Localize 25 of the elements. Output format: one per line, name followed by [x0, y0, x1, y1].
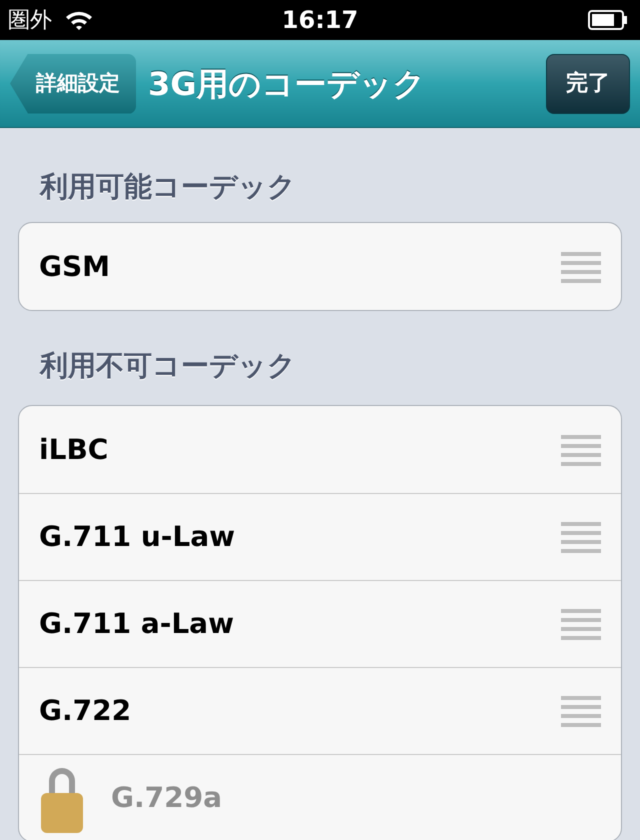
clock-label: 16:17	[282, 5, 358, 36]
reorder-handle-icon[interactable]	[561, 520, 601, 554]
reorder-handle-icon[interactable]	[561, 694, 601, 728]
codec-label: GSM	[39, 248, 110, 284]
codec-label: G.722	[39, 693, 132, 729]
reorder-handle-icon[interactable]	[561, 432, 601, 466]
codec-label: G.729a	[111, 780, 222, 816]
section-header: 利用不可コーデック	[38, 348, 297, 384]
codec-row[interactable]: iLBC	[19, 406, 621, 493]
codec-row[interactable]: G.711 a-Law	[19, 580, 621, 667]
section-header: 利用可能コーデック	[38, 169, 297, 205]
reorder-handle-icon[interactable]	[561, 250, 601, 284]
screen-title: 3G用のコーデック	[148, 64, 426, 104]
codec-row[interactable]: G.722	[19, 667, 621, 754]
codec-label: G.711 u-Law	[39, 519, 235, 555]
done-button[interactable]: 完了	[546, 54, 630, 114]
codec-row[interactable]: GSM	[19, 223, 621, 310]
back-button[interactable]: 詳細設定	[10, 54, 136, 114]
codec-label: iLBC	[39, 432, 108, 468]
carrier-label: 圏外	[8, 6, 52, 34]
wifi-icon	[64, 9, 94, 31]
reorder-handle-icon[interactable]	[561, 607, 601, 641]
codec-row[interactable]: G.711 u-Law	[19, 493, 621, 580]
battery-icon	[588, 10, 628, 30]
codec-label: G.711 a-Law	[39, 606, 234, 642]
